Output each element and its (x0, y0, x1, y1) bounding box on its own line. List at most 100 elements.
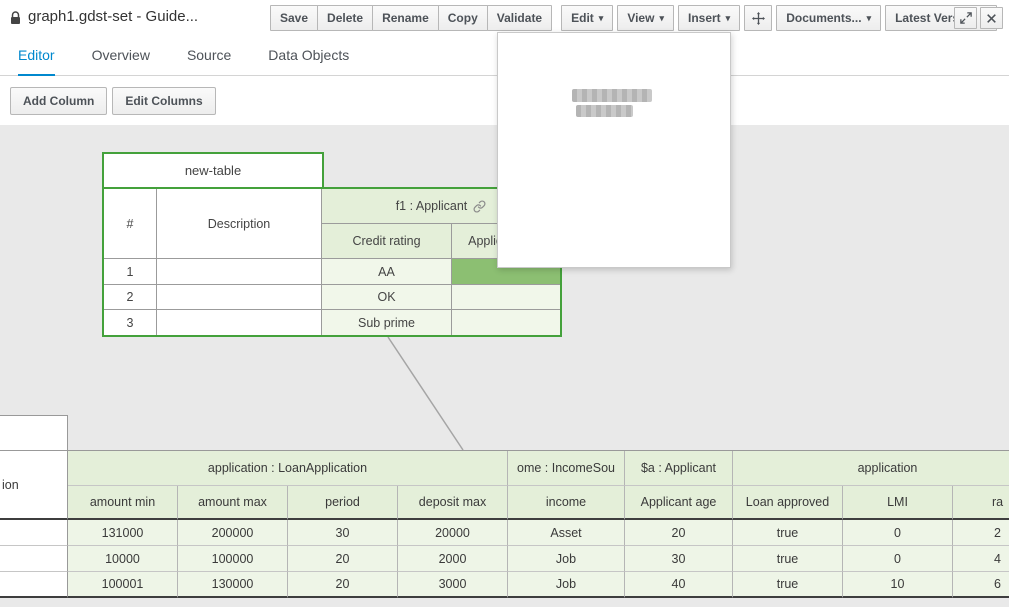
delete-button[interactable]: Delete (317, 5, 373, 31)
applicant-age-cell[interactable] (452, 285, 560, 310)
table-cell[interactable]: 40 (625, 572, 733, 598)
column-header-amount-max[interactable]: amount max (178, 486, 288, 520)
tab-source[interactable]: Source (187, 36, 231, 75)
column-header-period[interactable]: period (288, 486, 398, 520)
column-header-lmi[interactable]: LMI (843, 486, 953, 520)
table-cell[interactable]: 4 (953, 546, 1009, 572)
copy-button[interactable]: Copy (438, 5, 488, 31)
column-header-deposit-max[interactable]: deposit max (398, 486, 508, 520)
description-header-clipped[interactable]: ion (0, 451, 68, 520)
column-header-amount-min[interactable]: amount min (68, 486, 178, 520)
table-cell[interactable]: 130000 (178, 572, 288, 598)
tab-data-objects[interactable]: Data Objects (268, 36, 349, 75)
table-cell[interactable]: true (733, 520, 843, 546)
table-cell[interactable]: 10 (843, 572, 953, 598)
decision-table-title[interactable]: new-table (102, 152, 324, 187)
group-header-applicant[interactable]: $a : Applicant (625, 451, 733, 486)
table-cell[interactable]: 0 (843, 520, 953, 546)
applicant-age-cell[interactable] (452, 310, 560, 335)
table-cell[interactable]: 2 (953, 520, 1009, 546)
group-header-loan-application[interactable]: application : LoanApplication (68, 451, 508, 486)
table-cell[interactable] (0, 572, 68, 598)
view-menu-button[interactable]: View ▾ (617, 5, 674, 31)
tab-editor[interactable]: Editor (18, 36, 55, 76)
table-cell[interactable]: 3000 (398, 572, 508, 598)
insert-menu-label: Insert (688, 11, 721, 25)
table-cell[interactable]: 2000 (398, 546, 508, 572)
table-cell[interactable]: 20 (625, 520, 733, 546)
table-cell[interactable]: 200000 (178, 520, 288, 546)
decision-table[interactable]: # Description f1 : Applicant Credit rati… (102, 187, 562, 337)
redacted-text (576, 105, 633, 117)
group-header-application[interactable]: application (733, 451, 1009, 486)
table-cell[interactable]: true (733, 572, 843, 598)
table-cell[interactable]: 0 (843, 546, 953, 572)
close-icon (986, 13, 997, 24)
row-number-cell[interactable]: 3 (104, 310, 157, 335)
description-cell[interactable] (157, 259, 322, 285)
column-header-income[interactable]: income (508, 486, 625, 520)
linked-decision-table[interactable]: ion application : LoanApplication ome : … (0, 450, 1009, 598)
validate-button[interactable]: Validate (487, 5, 552, 31)
asset-title: graph1.gdst-set - Guide... (28, 8, 198, 25)
move-icon (752, 12, 765, 25)
column-header-applicant-age[interactable]: Applicant age (625, 486, 733, 520)
editor-toolbar: Save Delete Rename Copy Validate Edit ▾ … (270, 5, 997, 31)
table-cell[interactable]: 131000 (68, 520, 178, 546)
table-cell[interactable]: Asset (508, 520, 625, 546)
credit-rating-cell[interactable]: OK (322, 285, 452, 310)
edit-columns-button[interactable]: Edit Columns (112, 87, 215, 115)
caret-down-icon: ▾ (659, 13, 664, 24)
table-cell[interactable]: true (733, 546, 843, 572)
insert-menu-button[interactable]: Insert ▾ (678, 5, 740, 31)
linked-table-title-cell[interactable] (0, 415, 68, 450)
table-cell[interactable]: 30 (288, 520, 398, 546)
guided-decision-table-graph-editor: ion application : LoanApplication ome : … (0, 0, 1009, 607)
documents-menu-label: Documents... (786, 11, 861, 25)
column-header-loan-approved[interactable]: Loan approved (733, 486, 843, 520)
table-cell[interactable]: 20 (288, 572, 398, 598)
caret-down-icon: ▾ (726, 13, 731, 24)
expand-button[interactable] (954, 7, 977, 29)
move-tool-button[interactable] (744, 5, 772, 31)
lock-icon (10, 11, 21, 30)
link-icon (473, 200, 486, 213)
redacted-text (572, 89, 652, 102)
fact-pattern-label: f1 : Applicant (396, 199, 468, 213)
condition-header-credit-rating[interactable]: Credit rating (322, 224, 452, 259)
add-column-button[interactable]: Add Column (10, 87, 107, 115)
documents-menu-button[interactable]: Documents... ▾ (776, 5, 881, 31)
view-menu-label: View (627, 11, 654, 25)
group-header-income-source[interactable]: ome : IncomeSou (508, 451, 625, 486)
tab-overview[interactable]: Overview (92, 36, 150, 75)
table-cell[interactable]: 10000 (68, 546, 178, 572)
table-cell[interactable] (0, 520, 68, 546)
close-button[interactable] (980, 7, 1003, 29)
row-number-cell[interactable]: 1 (104, 259, 157, 285)
description-cell[interactable] (157, 285, 322, 310)
table-cell[interactable]: 20000 (398, 520, 508, 546)
description-header[interactable]: Description (157, 189, 322, 259)
table-cell[interactable] (0, 546, 68, 572)
table-cell[interactable]: 100001 (68, 572, 178, 598)
edit-menu-label: Edit (571, 11, 594, 25)
table-cell[interactable]: 6 (953, 572, 1009, 598)
column-header-rate[interactable]: ra (953, 486, 1009, 520)
description-cell[interactable] (157, 310, 322, 335)
row-number-cell[interactable]: 2 (104, 285, 157, 310)
table-cell[interactable]: Job (508, 572, 625, 598)
caret-down-icon: ▾ (867, 13, 872, 24)
edit-menu-button[interactable]: Edit ▾ (561, 5, 613, 31)
table-cell[interactable]: 20 (288, 546, 398, 572)
rename-button[interactable]: Rename (372, 5, 439, 31)
credit-rating-cell[interactable]: Sub prime (322, 310, 452, 335)
credit-rating-cell[interactable]: AA (322, 259, 452, 285)
save-button[interactable]: Save (270, 5, 318, 31)
table-cell[interactable]: 100000 (178, 546, 288, 572)
table-cell[interactable]: Job (508, 546, 625, 572)
table-cell[interactable]: 30 (625, 546, 733, 572)
expand-icon (960, 12, 972, 24)
caret-down-icon: ▾ (599, 13, 604, 24)
panel-controls (954, 7, 1003, 29)
row-number-header[interactable]: # (104, 189, 157, 259)
